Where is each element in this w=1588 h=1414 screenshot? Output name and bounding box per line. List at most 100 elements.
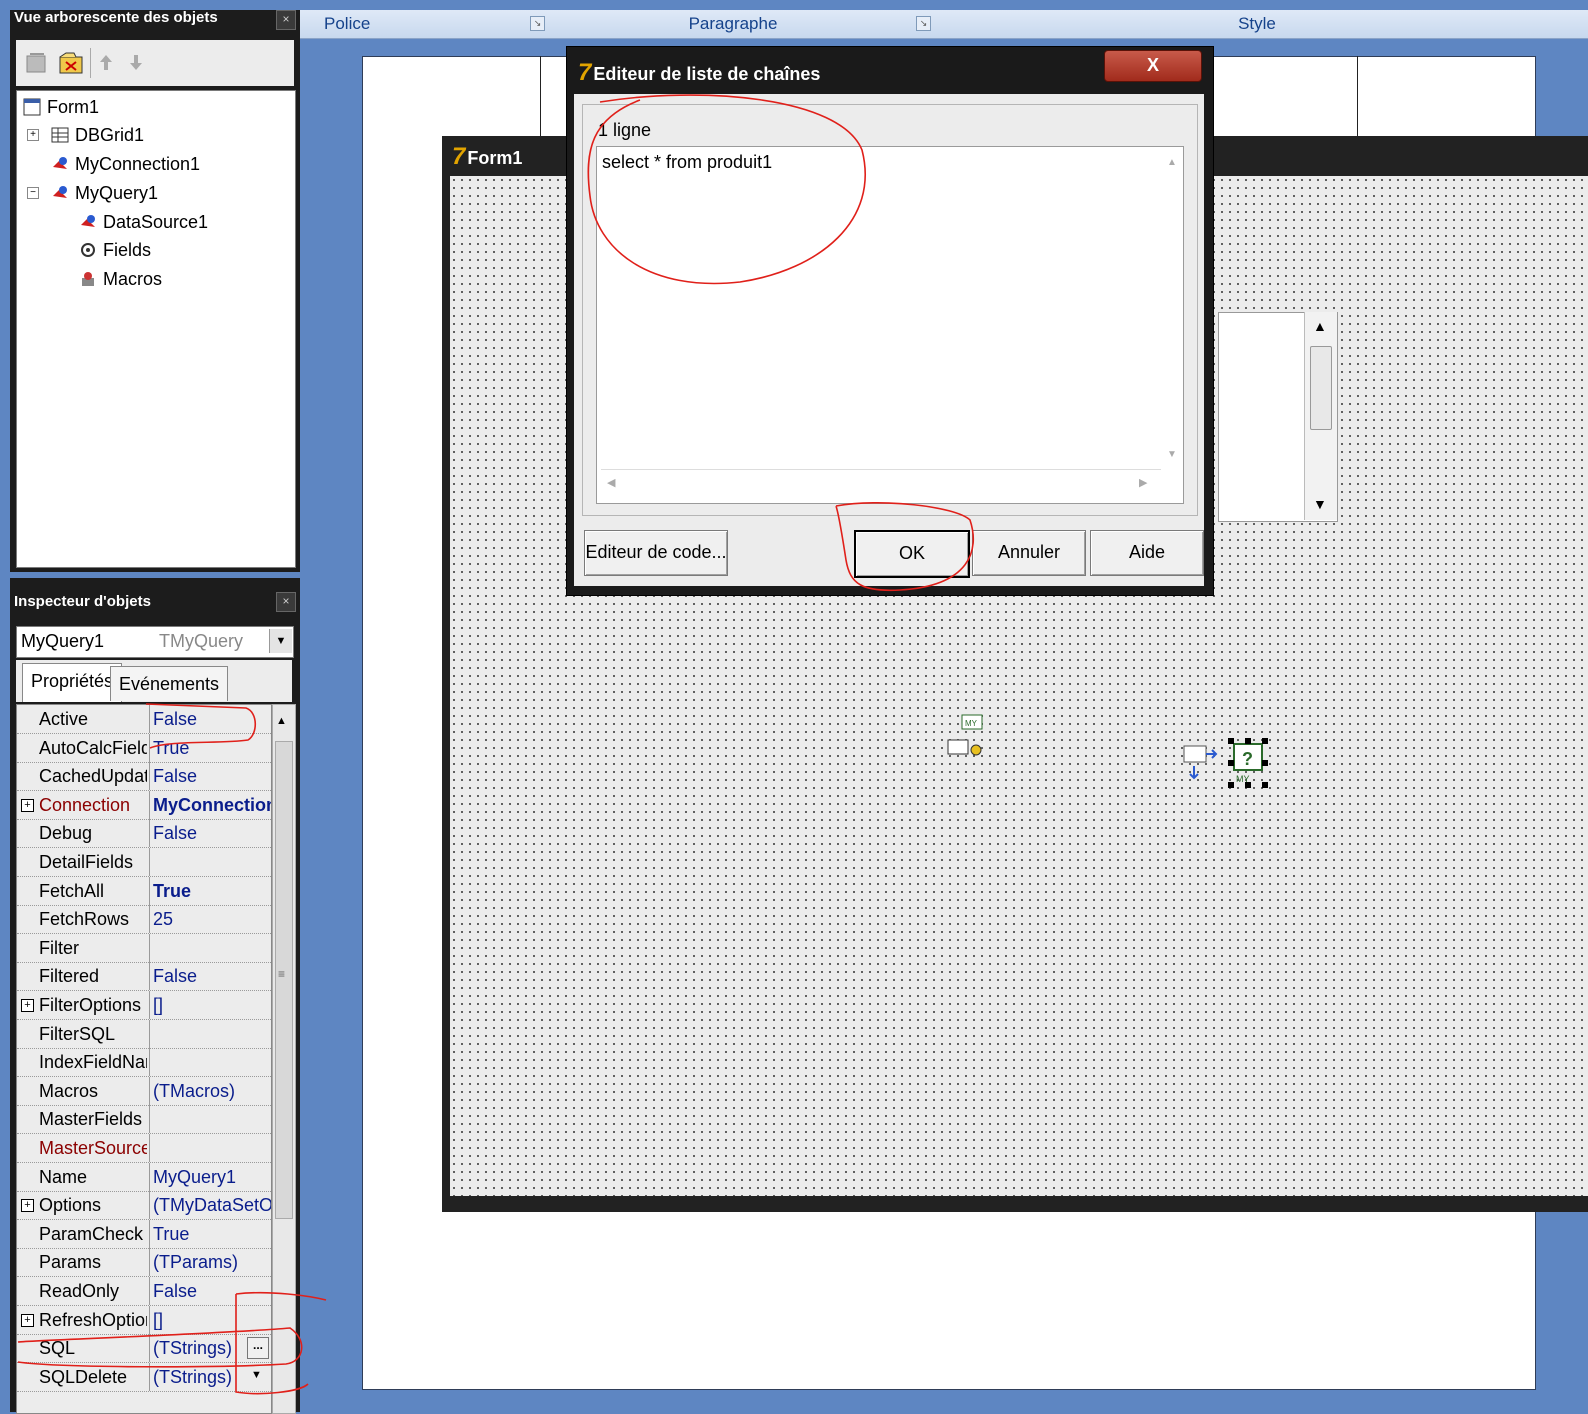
property-value[interactable] (149, 1105, 271, 1134)
property-value[interactable] (149, 1048, 271, 1077)
property-row[interactable]: AutoCalcFieldsTrue (17, 733, 271, 763)
tree-item-myquery1[interactable]: MyQuery1 (51, 180, 158, 206)
delete-icon[interactable] (24, 50, 50, 76)
property-row[interactable]: FetchAll True (17, 876, 271, 906)
tab-events[interactable]: Evénements (110, 666, 229, 701)
chevron-down-icon[interactable]: ▼ (269, 629, 292, 653)
myconnection-component-icon[interactable]: MY (944, 712, 988, 760)
property-value[interactable]: (TMacros) (149, 1076, 271, 1105)
ok-button[interactable]: OK (854, 530, 970, 578)
datasource-component-icon[interactable] (1180, 740, 1224, 788)
property-row[interactable]: SQL (TStrings)... (17, 1334, 271, 1364)
property-value[interactable] (149, 848, 271, 876)
property-value[interactable]: (TParams) (149, 1248, 271, 1277)
expand-icon[interactable]: + (27, 129, 39, 141)
property-row[interactable]: + FilterOptions [] (17, 991, 271, 1020)
component-selector[interactable]: MyQuery1 TMyQuery ▼ (16, 626, 294, 658)
property-value[interactable]: True (149, 733, 271, 762)
scroll-up-icon[interactable]: ▲ (276, 715, 287, 727)
property-row[interactable]: + RefreshOptions[] (17, 1305, 271, 1335)
close-button[interactable]: X (1104, 50, 1202, 82)
property-grid-scrollbar[interactable]: ▲ ≡ (272, 704, 296, 1414)
arrow-up-icon[interactable] (96, 52, 116, 72)
close-icon[interactable]: × (276, 10, 296, 30)
property-value[interactable]: False (149, 705, 271, 733)
ribbon-group-paragraphe[interactable]: Paragraphe (556, 10, 910, 38)
tree-item-datasource1[interactable]: DataSource1 (79, 209, 208, 235)
property-value[interactable]: 25 (149, 905, 271, 934)
myquery-component-icon[interactable]: ? MY (1228, 738, 1268, 788)
property-value[interactable]: (TMyDataSetOptions) (149, 1191, 271, 1220)
property-row[interactable]: FilterSQL (17, 1019, 271, 1049)
property-value[interactable]: MyQuery1 (149, 1162, 271, 1191)
tree-item-macros[interactable]: Macros (79, 266, 162, 292)
tab-properties[interactable]: Propriétés (22, 663, 123, 702)
scroll-down-icon[interactable]: ▼ (1313, 496, 1327, 512)
dbgrid-scrollbar[interactable]: ▲ ▼ (1304, 312, 1337, 520)
property-value[interactable] (149, 933, 271, 962)
scroll-thumb[interactable] (1310, 346, 1332, 430)
property-value[interactable] (149, 1019, 271, 1048)
property-value[interactable]: False (149, 1277, 271, 1305)
property-value[interactable]: False (149, 962, 271, 991)
property-row[interactable]: Macros (TMacros) (17, 1076, 271, 1106)
property-value[interactable]: [] (149, 1305, 271, 1334)
property-row[interactable]: Filter (17, 933, 271, 963)
property-row[interactable]: + Connection MyConnection1 (17, 790, 271, 820)
tree-item-dbgrid1[interactable]: DBGrid1 (51, 122, 144, 148)
property-row[interactable]: Params (TParams) (17, 1248, 271, 1278)
tree-item-fields[interactable]: Fields (79, 237, 151, 263)
property-row[interactable]: MasterSource (17, 1134, 271, 1163)
property-value[interactable]: False (149, 762, 271, 791)
expand-icon[interactable]: + (21, 999, 34, 1012)
dialog-launcher-icon[interactable]: ↘ (530, 16, 545, 31)
property-row[interactable]: CachedUpdatesFalse (17, 762, 271, 792)
scroll-up-icon[interactable]: ▲ (1167, 157, 1177, 168)
ellipsis-button[interactable]: ... (247, 1337, 269, 1360)
dialog-launcher-icon[interactable]: ↘ (916, 16, 931, 31)
memo-vertical-scrollbar[interactable]: ▲ ▼ (1163, 151, 1181, 483)
arrow-down-icon[interactable] (126, 52, 146, 72)
property-row[interactable]: Debug False (17, 819, 271, 849)
property-row[interactable]: MasterFields (17, 1105, 271, 1135)
tree-item-myconnection1[interactable]: MyConnection1 (51, 151, 200, 177)
property-row[interactable]: Active False (17, 705, 271, 734)
ribbon-group-police[interactable]: Police (300, 10, 530, 38)
property-name: DetailFields (39, 852, 134, 872)
property-row[interactable]: + Options (TMyDataSetOptions) (17, 1191, 271, 1221)
inspector-tabs: Propriétés Evénements (16, 660, 292, 702)
folder-icon[interactable] (58, 50, 84, 76)
memo-horizontal-scrollbar[interactable]: ◀ ▶ (601, 469, 1161, 500)
property-row[interactable]: SQLDelete (TStrings) ▼ (17, 1362, 271, 1392)
expand-icon[interactable]: + (21, 798, 34, 812)
close-icon[interactable]: × (276, 592, 296, 612)
ribbon-group-style[interactable]: Style (942, 10, 1572, 38)
property-row[interactable]: Filtered False (17, 962, 271, 992)
property-value[interactable]: False (149, 819, 271, 848)
property-value[interactable] (149, 1134, 271, 1162)
scroll-down-icon[interactable]: ▼ (1167, 449, 1177, 460)
expand-icon[interactable]: + (21, 1199, 34, 1213)
property-value[interactable]: True (149, 1219, 271, 1248)
property-value[interactable]: MyConnection1 (149, 790, 271, 819)
property-row[interactable]: Name MyQuery1 (17, 1162, 271, 1192)
code-editor-button[interactable]: Editeur de code... (584, 530, 728, 576)
property-row[interactable]: ReadOnly False (17, 1277, 271, 1306)
memo-text[interactable]: select * from produit1 (602, 152, 772, 173)
property-value[interactable]: [] (149, 991, 271, 1019)
scroll-left-icon[interactable]: ◀ (607, 476, 615, 489)
cancel-button[interactable]: Annuler (972, 530, 1086, 576)
property-row[interactable]: IndexFieldNames (17, 1048, 271, 1078)
tree-item-form1[interactable]: Form1 (23, 94, 99, 120)
collapse-icon[interactable]: − (27, 187, 39, 199)
scroll-right-icon[interactable]: ▶ (1139, 476, 1147, 489)
property-row[interactable]: ParamCheck True (17, 1219, 271, 1249)
property-row[interactable]: FetchRows 25 (17, 905, 271, 935)
property-row[interactable]: DetailFields (17, 848, 271, 877)
help-button[interactable]: Aide (1090, 530, 1204, 576)
string-list-memo[interactable]: ▲ ▼ ◀ ▶ (596, 146, 1184, 504)
expand-icon[interactable]: + (21, 1313, 34, 1327)
property-value[interactable]: True (149, 876, 271, 905)
scroll-up-icon[interactable]: ▲ (1313, 318, 1327, 334)
chevron-down-icon[interactable]: ▼ (251, 1369, 262, 1381)
